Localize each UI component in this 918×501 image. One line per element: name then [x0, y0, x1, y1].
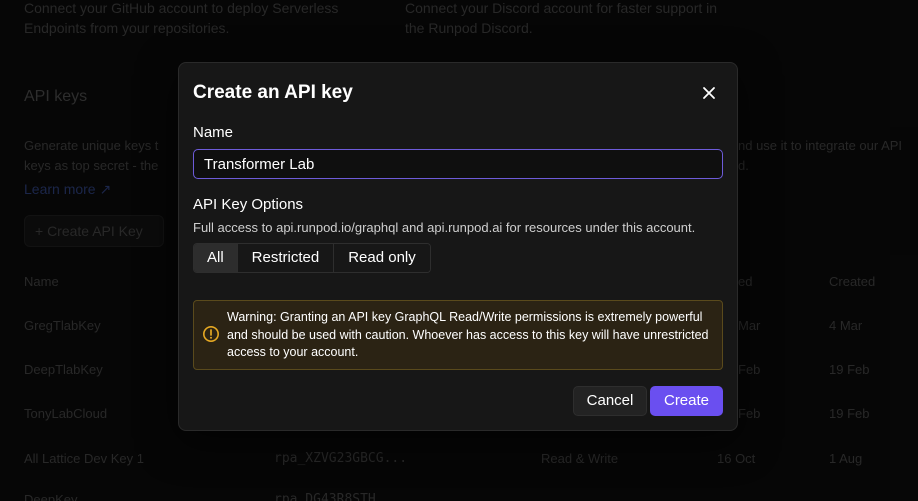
create-button[interactable]: Create	[650, 386, 723, 416]
warning-text: Warning: Granting an API key GraphQL Rea…	[227, 310, 709, 359]
close-icon	[703, 87, 715, 99]
close-button[interactable]	[697, 81, 721, 105]
option-restricted[interactable]: Restricted	[237, 244, 335, 272]
option-read-only[interactable]: Read only	[334, 244, 430, 272]
name-label: Name	[193, 124, 234, 141]
name-input[interactable]	[193, 149, 723, 179]
cancel-button[interactable]: Cancel	[573, 386, 647, 416]
api-key-options-segmented-control: All Restricted Read only	[193, 243, 431, 273]
api-key-options-title: API Key Options	[193, 196, 304, 213]
page: Connect your GitHub account to deploy Se…	[0, 0, 918, 501]
option-all[interactable]: All	[194, 244, 238, 272]
api-key-options-description: Full access to api.runpod.io/graphql and…	[193, 220, 696, 235]
warning-banner: Warning: Granting an API key GraphQL Rea…	[193, 300, 723, 370]
modal-title: Create an API key	[193, 82, 353, 103]
warning-circle-icon	[203, 326, 219, 342]
create-api-key-modal: Create an API key Name API Key Options F…	[178, 62, 738, 431]
